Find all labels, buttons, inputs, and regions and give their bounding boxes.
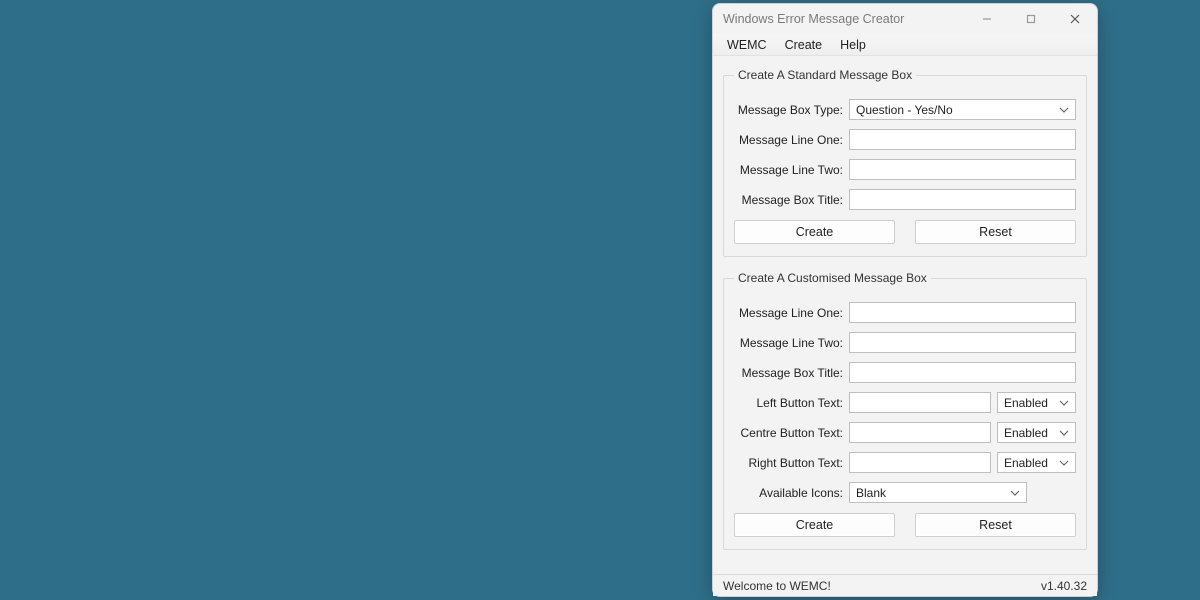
label-centre-btn: Centre Button Text:	[734, 426, 849, 440]
msgbox-type-select[interactable]: Question - Yes/No	[849, 99, 1076, 120]
minimize-button[interactable]	[965, 4, 1009, 34]
label-cus-line2: Message Line Two:	[734, 336, 849, 350]
statusbar: Welcome to WEMC! v1.40.32	[713, 574, 1097, 596]
cus-line2-input[interactable]	[849, 332, 1076, 353]
cus-title-input[interactable]	[849, 362, 1076, 383]
left-btn-state-select[interactable]: Enabled	[997, 392, 1076, 413]
label-msgbox-type: Message Box Type:	[734, 103, 849, 117]
close-icon	[1070, 14, 1080, 24]
right-btn-text-input[interactable]	[849, 452, 991, 473]
label-icons: Available Icons:	[734, 486, 849, 500]
content: Create A Standard Message Box Message Bo…	[713, 56, 1097, 574]
menu-help[interactable]: Help	[840, 38, 866, 52]
maximize-icon	[1026, 14, 1036, 24]
icons-select[interactable]: Blank	[849, 482, 1027, 503]
label-left-btn: Left Button Text:	[734, 396, 849, 410]
standard-legend: Create A Standard Message Box	[734, 68, 916, 82]
centre-btn-text-input[interactable]	[849, 422, 991, 443]
label-std-title: Message Box Title:	[734, 193, 849, 207]
label-std-line2: Message Line Two:	[734, 163, 849, 177]
status-text: Welcome to WEMC!	[723, 579, 831, 593]
custom-legend: Create A Customised Message Box	[734, 271, 931, 285]
menu-create[interactable]: Create	[785, 38, 823, 52]
cus-create-button[interactable]: Create	[734, 513, 895, 537]
menubar: WEMC Create Help	[713, 34, 1097, 56]
left-btn-text-input[interactable]	[849, 392, 991, 413]
std-create-button[interactable]: Create	[734, 220, 895, 244]
custom-group: Create A Customised Message Box Message …	[723, 271, 1087, 550]
right-btn-state-select[interactable]: Enabled	[997, 452, 1076, 473]
label-cus-title: Message Box Title:	[734, 366, 849, 380]
maximize-button[interactable]	[1009, 4, 1053, 34]
std-line1-input[interactable]	[849, 129, 1076, 150]
version-label: v1.40.32	[1041, 579, 1087, 593]
label-right-btn: Right Button Text:	[734, 456, 849, 470]
app-window: Windows Error Message Creator WEMC Creat…	[712, 3, 1098, 597]
label-std-line1: Message Line One:	[734, 133, 849, 147]
std-title-input[interactable]	[849, 189, 1076, 210]
close-button[interactable]	[1053, 4, 1097, 34]
label-cus-line1: Message Line One:	[734, 306, 849, 320]
cus-reset-button[interactable]: Reset	[915, 513, 1076, 537]
window-title: Windows Error Message Creator	[723, 12, 904, 26]
minimize-icon	[982, 14, 992, 24]
cus-line1-input[interactable]	[849, 302, 1076, 323]
menu-wemc[interactable]: WEMC	[727, 38, 767, 52]
standard-group: Create A Standard Message Box Message Bo…	[723, 68, 1087, 257]
std-line2-input[interactable]	[849, 159, 1076, 180]
titlebar[interactable]: Windows Error Message Creator	[713, 4, 1097, 34]
centre-btn-state-select[interactable]: Enabled	[997, 422, 1076, 443]
std-reset-button[interactable]: Reset	[915, 220, 1076, 244]
